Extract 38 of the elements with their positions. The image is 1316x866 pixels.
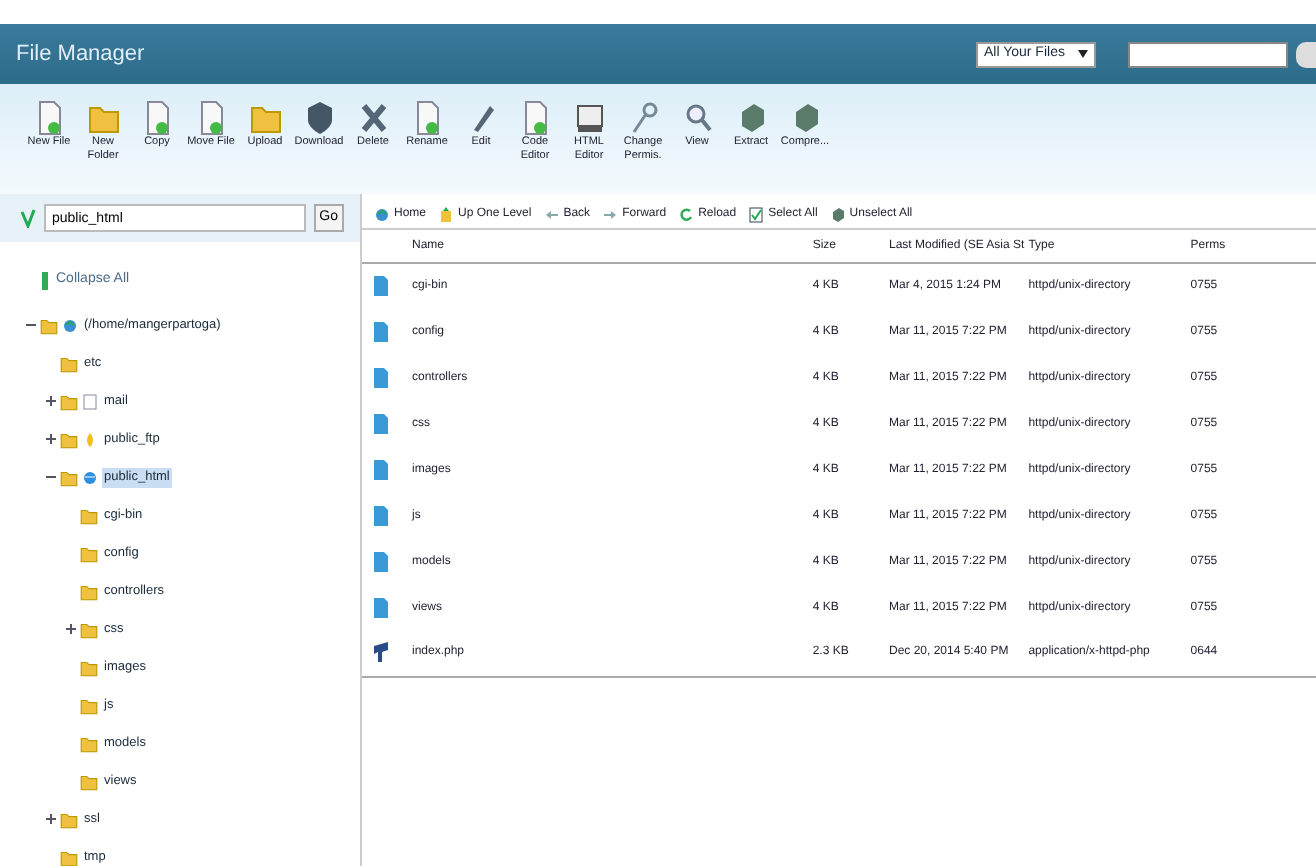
- document-icon: [195, 100, 227, 136]
- drop-icon: [82, 430, 98, 450]
- expand-icon[interactable]: [45, 814, 55, 825]
- monitor-icon: [573, 100, 605, 136]
- forward-arrow-icon: [602, 206, 619, 224]
- search-field[interactable]: [1128, 41, 1288, 67]
- expand-icon[interactable]: [65, 624, 75, 635]
- folder-icon: [374, 321, 388, 342]
- key-icon: [627, 100, 659, 136]
- caret-icon: [1078, 50, 1088, 58]
- folder-icon: [374, 551, 388, 572]
- globe-icon: [82, 468, 98, 488]
- document-icon: [519, 100, 551, 136]
- app-title: File Manager: [16, 39, 145, 70]
- document-icon: [411, 100, 443, 136]
- folder-icon: [374, 505, 388, 526]
- document-icon: [33, 100, 65, 136]
- delete-icon: [357, 100, 389, 136]
- folder-icon: [374, 275, 388, 296]
- package-icon: [829, 206, 846, 224]
- back-arrow-icon: [543, 206, 560, 224]
- folder-icon: [374, 367, 388, 388]
- globe-icon: [374, 206, 390, 224]
- document-icon: [141, 100, 173, 136]
- folder-icon: [374, 597, 388, 618]
- expand-icon[interactable]: [45, 434, 55, 445]
- reload-icon: [678, 206, 695, 224]
- search-icon: [681, 100, 713, 136]
- search-button[interactable]: [1296, 41, 1316, 67]
- globe-icon: [62, 316, 78, 336]
- folder-icon: [374, 459, 388, 480]
- page-icon: [82, 392, 98, 412]
- directory-icon: [20, 208, 36, 228]
- checkbox-icon: [748, 206, 765, 224]
- folder-icon: [374, 413, 388, 434]
- shield-icon: [303, 100, 335, 136]
- script-file-icon: [374, 642, 388, 663]
- expand-icon[interactable]: [45, 396, 55, 407]
